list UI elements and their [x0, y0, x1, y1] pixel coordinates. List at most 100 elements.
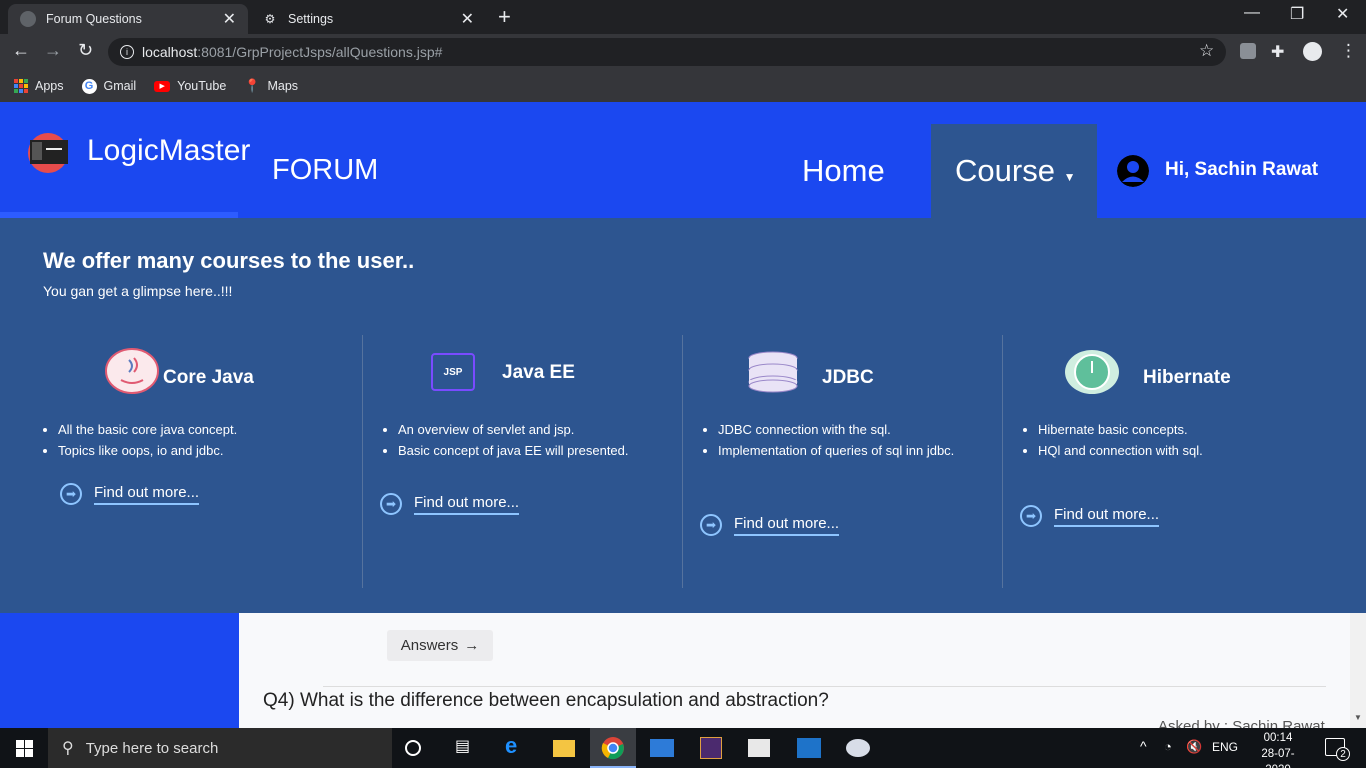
url-path: :8081/GrpProjectJsps/allQuestions.jsp#	[197, 44, 443, 60]
course-title: Core Java	[163, 367, 254, 388]
course-points: All the basic core java concept. Topics …	[44, 419, 304, 461]
forward-icon[interactable]: →	[44, 40, 62, 61]
find-out-more-link[interactable]: ➡ Find out more...	[700, 514, 840, 536]
back-icon[interactable]: ←	[12, 40, 30, 61]
extension-icon[interactable]	[1240, 43, 1256, 59]
bookmark-apps[interactable]: Apps	[14, 79, 64, 93]
address-bar[interactable]: i localhost :8081/GrpProjectJsps/allQues…	[108, 38, 1226, 66]
new-tab-icon[interactable]: +	[498, 4, 511, 30]
page-scrollbar[interactable]: ▼	[1350, 613, 1366, 728]
course-points: An overview of servlet and jsp. Basic co…	[384, 419, 664, 461]
course-title: Hibernate	[1143, 367, 1231, 388]
profile-icon[interactable]	[1303, 42, 1322, 61]
find-out-more-link[interactable]: ➡ Find out more...	[1020, 505, 1160, 527]
volume-muted-icon[interactable]: 🔇	[1186, 739, 1202, 755]
windows-start-icon[interactable]	[16, 740, 33, 762]
reload-icon[interactable]: ↻	[78, 40, 93, 61]
clock-date: 28-07-2020	[1261, 748, 1295, 776]
bookmark-gmail[interactable]: G Gmail	[81, 78, 136, 94]
arrow-right-icon: →	[464, 637, 480, 654]
url-host: localhost	[142, 44, 198, 60]
section-title: FORUM	[272, 154, 379, 186]
gear-icon: ⚙	[264, 12, 276, 26]
dropdown-title: We offer many courses to the user..	[43, 248, 415, 273]
arrow-circle-icon: ➡	[1020, 505, 1042, 527]
caret-down-icon: ▼	[1063, 170, 1076, 184]
chrome-taskbar-button[interactable]	[590, 728, 636, 768]
photos-icon[interactable]	[797, 738, 821, 758]
apps-grid-icon	[14, 79, 28, 93]
menu-icon[interactable]: ⋮	[1340, 41, 1357, 61]
hibernate-icon	[1065, 350, 1119, 394]
minimize-icon[interactable]: —	[1244, 4, 1260, 22]
clock[interactable]: 00:14 28-07-2020	[1250, 730, 1306, 778]
snipping-tool-icon[interactable]	[846, 739, 870, 757]
globe-icon	[20, 11, 36, 27]
site-brand[interactable]: LogicMaster	[87, 134, 250, 168]
course-jdbc: JDBC JDBC connection with the sql. Imple…	[660, 335, 980, 588]
list-item: Implementation of queries of sql inn jdb…	[718, 440, 964, 461]
close-tab-icon[interactable]: ✕	[223, 9, 236, 29]
puzzle-icon[interactable]: ✚	[1271, 42, 1284, 62]
scroll-down-icon[interactable]: ▼	[1354, 713, 1362, 722]
cortana-icon[interactable]	[405, 740, 421, 756]
nav-course-label: Course	[955, 153, 1055, 188]
bookmark-youtube[interactable]: ▶ YouTube	[154, 79, 226, 93]
answers-button[interactable]: Answers →	[387, 630, 493, 661]
search-icon: ⚲	[62, 740, 74, 757]
app-icon[interactable]	[700, 737, 722, 759]
avatar[interactable]	[1117, 155, 1149, 187]
course-title: JDBC	[822, 367, 874, 388]
clock-time: 00:14	[1263, 732, 1293, 744]
window-close-icon[interactable]: ✕	[1336, 4, 1349, 24]
list-item: JDBC connection with the sql.	[718, 419, 964, 440]
notification-center-icon[interactable]: 2	[1325, 738, 1350, 761]
course-title: Java EE	[502, 362, 575, 383]
show-hidden-icons[interactable]: ^	[1140, 738, 1147, 754]
bookmarks-bar: Apps G Gmail ▶ YouTube 📍 Maps	[0, 70, 1366, 102]
course-points: JDBC connection with the sql. Implementa…	[704, 419, 964, 461]
tab-settings[interactable]: ⚙ Settings ✕	[250, 4, 486, 34]
database-icon	[748, 351, 798, 393]
list-item: All the basic core java concept.	[58, 419, 304, 440]
restore-icon[interactable]: ❐	[1290, 4, 1304, 24]
file-explorer-icon[interactable]	[553, 740, 575, 757]
course-core-java: Core Java All the basic core java concep…	[0, 335, 320, 588]
jsp-icon: JSP	[431, 353, 475, 391]
logo-icon	[28, 133, 68, 173]
sql-app-icon[interactable]	[748, 739, 770, 757]
mail-icon[interactable]	[650, 739, 674, 757]
edge-icon[interactable]: e	[505, 733, 529, 758]
bookmark-maps[interactable]: 📍 Maps	[244, 78, 298, 94]
course-points: Hibernate basic concepts. HQl and connec…	[1024, 419, 1284, 461]
question-title[interactable]: Q4) What is the difference between encap…	[263, 690, 829, 712]
close-tab-icon[interactable]: ✕	[461, 9, 474, 29]
list-item: Hibernate basic concepts.	[1038, 419, 1284, 440]
network-icon[interactable]: ◔	[1164, 739, 1172, 754]
arrow-circle-icon: ➡	[60, 483, 82, 505]
tab-title: Forum Questions	[46, 12, 142, 26]
tab-title: Settings	[288, 12, 334, 26]
dropdown-subtitle: You gan get a glimpse here..!!!	[43, 283, 233, 299]
youtube-icon: ▶	[154, 80, 171, 92]
nav-course[interactable]: Course ▼	[931, 124, 1097, 218]
asked-by: Asked by : Sachin Rawat	[1158, 718, 1325, 728]
list-item: Topics like oops, io and jdbc.	[58, 440, 304, 461]
chrome-icon	[601, 737, 624, 760]
left-sidebar	[0, 613, 239, 728]
nav-home[interactable]: Home	[802, 153, 885, 189]
bookmark-star-icon[interactable]: ☆	[1199, 41, 1214, 61]
course-hibernate: Hibernate Hibernate basic concepts. HQl …	[980, 335, 1300, 588]
info-icon[interactable]: i	[120, 45, 134, 59]
arrow-circle-icon: ➡	[380, 493, 402, 515]
arrow-circle-icon: ➡	[700, 514, 722, 536]
task-view-icon[interactable]: ▤	[455, 736, 479, 760]
language-indicator[interactable]: ENG	[1212, 740, 1238, 754]
user-greeting[interactable]: Hi, Sachin Rawat	[1165, 159, 1318, 181]
answers-label: Answers	[400, 637, 459, 654]
find-out-more-link[interactable]: ➡ Find out more...	[380, 493, 520, 515]
find-out-more-link[interactable]: ➡ Find out more...	[60, 483, 200, 505]
tab-forum-questions[interactable]: Forum Questions ✕	[8, 4, 248, 34]
google-icon: G	[81, 78, 97, 94]
taskbar-search[interactable]: ⚲ Type here to search	[48, 728, 392, 768]
